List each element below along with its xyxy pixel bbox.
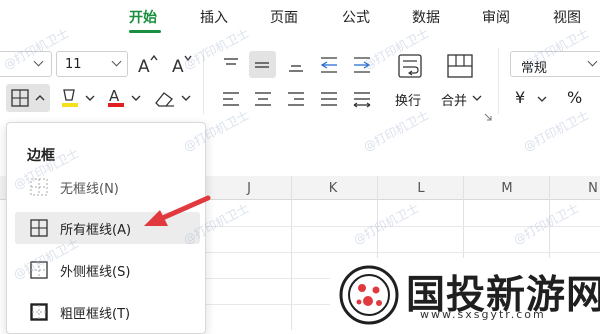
align-bottom-icon[interactable] bbox=[283, 54, 309, 76]
outside-borders-icon bbox=[30, 261, 48, 279]
menu-item-thick-box-border[interactable]: 粗匣框线(T) bbox=[15, 296, 200, 328]
column-header-k[interactable]: K bbox=[323, 181, 343, 196]
decrease-indent-icon[interactable] bbox=[316, 54, 342, 76]
decrease-font-size-icon[interactable]: A bbox=[170, 54, 194, 76]
currency-format-button[interactable]: ¥ bbox=[515, 88, 525, 107]
logo-mark-icon bbox=[339, 265, 399, 325]
chevron-down-icon bbox=[537, 96, 547, 102]
increase-indent-icon[interactable] bbox=[349, 54, 375, 76]
annotation-arrow-icon bbox=[144, 195, 211, 226]
svg-text:A: A bbox=[138, 57, 150, 76]
dialog-launcher-icon[interactable] bbox=[484, 113, 492, 121]
grid-line bbox=[291, 176, 292, 330]
clear-format-icon[interactable] bbox=[152, 86, 194, 112]
no-border-icon bbox=[30, 178, 48, 196]
increase-font-size-icon[interactable]: A bbox=[136, 54, 160, 76]
thick-box-border-icon bbox=[30, 303, 48, 321]
number-format-value: 常规 bbox=[521, 61, 548, 76]
svg-text:A: A bbox=[172, 57, 184, 76]
all-borders-icon bbox=[30, 219, 48, 237]
align-right-icon[interactable] bbox=[283, 88, 309, 110]
number-format-select[interactable]: 常规 bbox=[510, 51, 600, 77]
grid-line bbox=[205, 226, 600, 227]
percent-format-button[interactable]: % bbox=[567, 88, 582, 107]
logo-url: www.sxsgytr.com bbox=[420, 308, 546, 321]
merge-cells-label[interactable]: 合并 bbox=[441, 90, 467, 109]
svg-text:A: A bbox=[109, 87, 120, 105]
chevron-down-icon bbox=[587, 56, 598, 67]
tab-page[interactable]: 页面 bbox=[270, 7, 298, 27]
tab-insert[interactable]: 插入 bbox=[200, 7, 228, 27]
menu-item-label: 粗匣框线(T) bbox=[60, 307, 131, 322]
column-header-m[interactable]: M bbox=[497, 181, 517, 196]
font-name-select[interactable] bbox=[0, 51, 52, 77]
chevron-down-icon bbox=[472, 95, 482, 101]
align-left-icon[interactable] bbox=[218, 88, 244, 110]
align-middle-button[interactable] bbox=[249, 51, 276, 78]
tab-home[interactable]: 开始 bbox=[129, 7, 157, 27]
column-header-n[interactable]: N bbox=[583, 181, 600, 196]
font-size-select[interactable]: 11 bbox=[56, 51, 128, 77]
column-header-l[interactable]: L bbox=[411, 181, 431, 196]
menu-title: 边框 bbox=[27, 148, 55, 164]
font-size-value: 11 bbox=[65, 57, 82, 72]
ribbon-separator bbox=[203, 48, 204, 114]
border-button[interactable] bbox=[6, 84, 50, 112]
column-header-j[interactable]: J bbox=[239, 181, 259, 196]
ribbon-tabs: 开始 插入 页面 公式 数据 审阅 视图 bbox=[0, 0, 600, 34]
menu-item-label: 外侧框线(S) bbox=[60, 265, 131, 280]
site-logo: 国投新游网 www.sxsgytr.com bbox=[330, 258, 600, 330]
fill-color-icon[interactable] bbox=[58, 86, 98, 112]
tab-data[interactable]: 数据 bbox=[412, 7, 440, 27]
align-middle-icon bbox=[255, 62, 269, 68]
justify-icon[interactable] bbox=[316, 88, 342, 110]
merge-cells-icon[interactable] bbox=[445, 52, 475, 82]
menu-item-outside-borders[interactable]: 外侧框线(S) bbox=[15, 254, 200, 286]
tab-review[interactable]: 审阅 bbox=[482, 7, 510, 27]
tab-view[interactable]: 视图 bbox=[553, 7, 581, 27]
tab-formula[interactable]: 公式 bbox=[342, 7, 370, 27]
align-top-icon[interactable] bbox=[218, 54, 244, 76]
menu-item-label: 无框线(N) bbox=[60, 182, 119, 197]
grid-line bbox=[205, 252, 600, 253]
wrap-text-label[interactable]: 换行 bbox=[395, 90, 421, 109]
menu-item-label: 所有框线(A) bbox=[60, 223, 132, 238]
all-borders-icon bbox=[11, 89, 29, 107]
chevron-down-icon bbox=[33, 56, 44, 67]
align-center-icon[interactable] bbox=[250, 88, 276, 110]
chevron-down-icon bbox=[111, 56, 122, 67]
font-color-icon[interactable]: A bbox=[104, 86, 144, 112]
distributed-align-icon[interactable] bbox=[349, 88, 375, 110]
ribbon-separator bbox=[498, 48, 499, 114]
active-tab-indicator bbox=[129, 30, 161, 33]
wrap-text-icon[interactable] bbox=[396, 52, 426, 82]
chevron-up-icon bbox=[35, 95, 45, 101]
